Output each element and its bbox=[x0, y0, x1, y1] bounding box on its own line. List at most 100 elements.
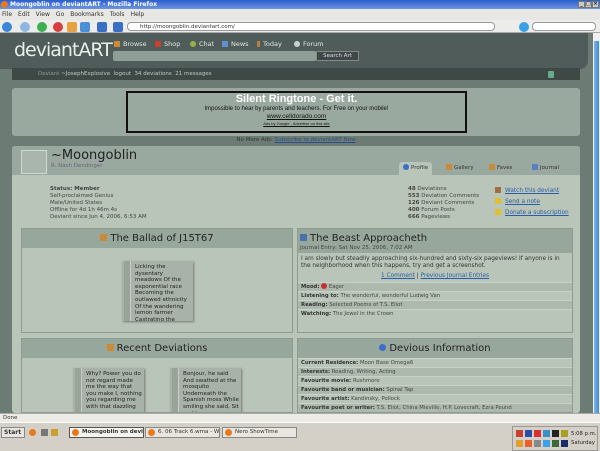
nav-chat[interactable]: Chat bbox=[190, 40, 214, 48]
quicklaunch-icon[interactable] bbox=[41, 429, 48, 436]
nav-news[interactable]: News bbox=[222, 40, 249, 48]
taskbar-item-firefox[interactable]: Moongoblin on devian... bbox=[69, 427, 144, 438]
logout-link[interactable]: logout bbox=[114, 71, 131, 77]
literature-thumbnail[interactable]: Licking the dysentary meadows Of the exp… bbox=[122, 261, 193, 321]
taskbar-item-nero[interactable]: Nero ShowTime bbox=[222, 427, 297, 438]
start-button[interactable]: Start bbox=[1, 427, 25, 438]
journal-title[interactable]: The Beast Approacheth bbox=[310, 233, 427, 244]
nav-today[interactable]: Today bbox=[257, 40, 282, 48]
go-icon[interactable] bbox=[519, 22, 529, 32]
comments-link[interactable]: 1 Comment bbox=[381, 273, 415, 279]
taskbar-item-media-player[interactable]: 6. 06 Track 6.wma - Win... bbox=[145, 427, 220, 438]
user-bar: Deviant ~JosephExplosive logout 34 devia… bbox=[12, 68, 580, 80]
tray-icon[interactable] bbox=[561, 440, 568, 447]
clock[interactable]: 5:08 p.m. Saturday bbox=[571, 430, 596, 448]
tab-journal[interactable]: Journal bbox=[528, 162, 563, 175]
info-icon bbox=[379, 344, 387, 351]
firefox-quicklaunch-icon[interactable] bbox=[29, 429, 36, 436]
shop-icon bbox=[155, 41, 161, 47]
vertical-scrollbar[interactable] bbox=[593, 33, 600, 413]
close-button[interactable]: × bbox=[592, 1, 599, 8]
devious-info-box: Devious Information Current Residence: M… bbox=[297, 338, 573, 413]
search-art-button[interactable]: Search Art bbox=[316, 51, 359, 61]
tab-gallery[interactable]: Gallery bbox=[442, 162, 478, 175]
tray-icon[interactable] bbox=[534, 430, 541, 437]
watch-icon bbox=[495, 187, 501, 193]
messages-link[interactable]: 21 messages bbox=[175, 71, 211, 77]
send-note-link[interactable]: Send a note bbox=[495, 197, 569, 208]
menu-file[interactable]: File bbox=[2, 11, 12, 18]
meta-row: Watching: The Jewel in the Crown bbox=[298, 309, 572, 318]
scrollbar-thumb[interactable] bbox=[594, 41, 599, 413]
literature-thumbnail[interactable]: Why? Power you do not regard made me the… bbox=[73, 368, 144, 412]
watch-deviant-link[interactable]: Watch this deviant bbox=[495, 186, 569, 197]
taskbar: Start Moongoblin on devian... 6. 06 Trac… bbox=[0, 422, 600, 451]
chat-icon bbox=[190, 41, 196, 47]
quicklaunch-icon[interactable] bbox=[51, 429, 58, 436]
menu-help[interactable]: Help bbox=[131, 11, 145, 18]
menu-tools[interactable]: Tools bbox=[110, 11, 125, 18]
current-user-link[interactable]: ~JosephExplosive bbox=[61, 71, 110, 77]
meta-row: Listening to: The wonderful, wonderful L… bbox=[298, 291, 572, 300]
literature-thumbnail[interactable]: Bonjour, he said And swatted at the mosq… bbox=[170, 368, 241, 412]
search-art-input[interactable] bbox=[113, 51, 316, 61]
tray-icon[interactable] bbox=[561, 430, 568, 437]
tray-icon[interactable] bbox=[534, 440, 541, 447]
info-icon bbox=[403, 164, 409, 170]
ad-url[interactable]: www.celldorado.com bbox=[128, 113, 465, 121]
search-input[interactable] bbox=[532, 22, 596, 31]
stat-row: 126 Deviant Comments bbox=[408, 200, 475, 206]
maximize-button[interactable]: □ bbox=[585, 1, 592, 8]
journal-body: I am slowly but steadily approaching six… bbox=[301, 256, 560, 269]
ad-title[interactable]: Silent Ringtone - Get it. bbox=[128, 93, 465, 106]
tab-profile[interactable]: Profile bbox=[399, 162, 433, 175]
avatar[interactable] bbox=[21, 150, 47, 174]
tray-icon[interactable] bbox=[543, 430, 550, 437]
subscribe-link[interactable]: Subscribe to deviantART Now bbox=[275, 137, 356, 143]
profile-status: Status: Member Self-proclaimed Genius Ma… bbox=[50, 186, 147, 221]
menu-bookmarks[interactable]: Bookmarks bbox=[70, 11, 104, 18]
back-icon[interactable] bbox=[2, 22, 12, 32]
tray-icon[interactable] bbox=[516, 440, 523, 447]
nav-forum[interactable]: Forum bbox=[294, 40, 324, 48]
ads-by-google-link[interactable]: Ads by Google - Advertise on this site bbox=[128, 121, 465, 126]
info-header: Devious Information bbox=[298, 339, 572, 358]
donate-subscription-link[interactable]: Donate a subscription bbox=[495, 208, 569, 219]
tab-faves[interactable]: Faves bbox=[485, 162, 517, 175]
tray-icon[interactable] bbox=[552, 440, 559, 447]
featured-title[interactable]: The Ballad of J15T67 bbox=[110, 233, 213, 244]
tray-icon[interactable] bbox=[525, 430, 532, 437]
tray-icon[interactable] bbox=[516, 430, 523, 437]
menu-go[interactable]: Go bbox=[56, 11, 64, 18]
extension-icon[interactable] bbox=[80, 22, 90, 32]
deviantart-logo[interactable]: deviantART bbox=[14, 39, 113, 61]
menu-view[interactable]: View bbox=[36, 11, 50, 18]
forward-icon[interactable] bbox=[20, 22, 30, 32]
tray-icon[interactable] bbox=[552, 430, 559, 437]
profile-stats: 48 Deviations 553 Deviation Comments 126… bbox=[408, 186, 479, 221]
tray-icon[interactable] bbox=[543, 440, 550, 447]
nav-browse[interactable]: Browse bbox=[114, 40, 147, 48]
stop-icon[interactable] bbox=[53, 22, 63, 32]
home-icon[interactable] bbox=[67, 22, 77, 32]
new-tab-icon[interactable] bbox=[113, 22, 123, 32]
new-window-icon[interactable] bbox=[97, 22, 107, 32]
status-line: Self-proclaimed Genius bbox=[50, 193, 114, 199]
site-header: deviantART Browse Shop Chat News Today F… bbox=[0, 33, 588, 69]
status-text: Done bbox=[3, 415, 18, 421]
deviations-count-link[interactable]: 34 deviations bbox=[135, 71, 172, 77]
ad-banner[interactable]: Silent Ringtone - Get it. Impossible to … bbox=[126, 91, 467, 133]
featured-deviation-box: The Ballad of J15T67 Licking the dysenta… bbox=[21, 228, 293, 333]
nav-shop[interactable]: Shop bbox=[155, 40, 180, 48]
reload-icon[interactable] bbox=[37, 22, 47, 32]
featured-header: The Ballad of J15T67 bbox=[22, 229, 292, 248]
system-tray: 5:08 p.m. Saturday bbox=[512, 426, 598, 451]
journal-icon bbox=[532, 164, 538, 170]
minimize-button[interactable]: _ bbox=[578, 1, 585, 8]
previous-entries-link[interactable]: Previous Journal Entries bbox=[421, 273, 489, 279]
menu-edit[interactable]: Edit bbox=[18, 11, 30, 18]
tray-icon[interactable] bbox=[525, 440, 532, 447]
notification-icon[interactable] bbox=[548, 71, 554, 78]
address-bar[interactable]: http://moongoblin.deviantart.com/ bbox=[127, 22, 495, 31]
profile-realname: R. Nash Dendinger bbox=[51, 163, 103, 169]
